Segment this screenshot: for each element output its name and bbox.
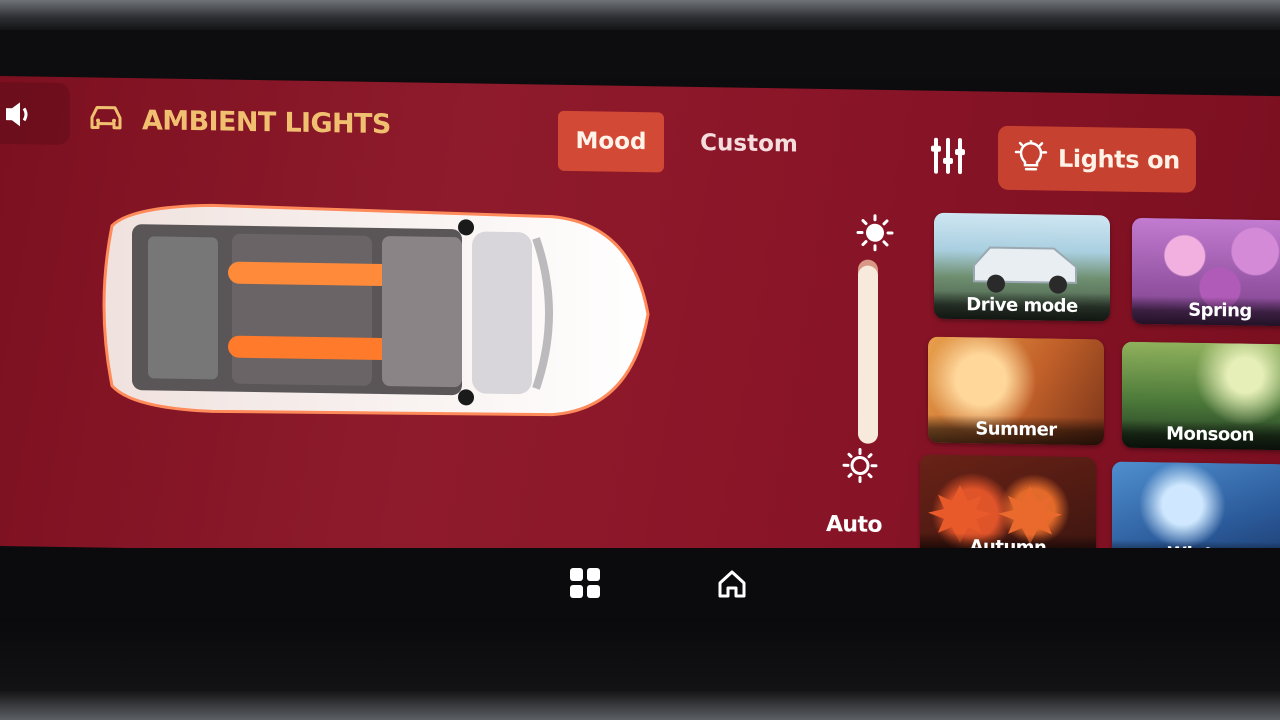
theme-label-drive-mode: Drive mode <box>934 290 1110 322</box>
lights-on-label: Lights on <box>1058 144 1180 175</box>
brightness-low-icon <box>842 448 878 484</box>
tab-custom-label: Custom <box>700 129 798 158</box>
screen-top-area <box>0 30 1280 78</box>
car-top-view-illustration <box>102 203 650 417</box>
back-icon <box>6 102 28 127</box>
brightness-slider[interactable] <box>858 259 878 444</box>
theme-tile-monsoon[interactable]: Monsoon <box>1122 341 1280 451</box>
system-nav-bar <box>0 548 1280 618</box>
theme-label-summer: Summer <box>928 414 1104 446</box>
brightness-auto-label[interactable]: Auto <box>826 512 882 538</box>
brightness-high-icon <box>856 214 894 252</box>
car-front-icon <box>90 106 122 130</box>
theme-tile-drive-mode[interactable]: Drive mode <box>934 212 1110 322</box>
theme-tile-spring[interactable]: Spring <box>1132 217 1280 327</box>
tab-mood[interactable]: Mood <box>558 110 664 173</box>
bulb-icon <box>1014 139 1048 171</box>
theme-tile-autumn[interactable]: Autumn <box>920 454 1096 564</box>
home-icon[interactable] <box>716 568 748 600</box>
back-button[interactable] <box>0 82 70 146</box>
lights-on-button[interactable]: Lights on <box>998 125 1196 193</box>
theme-label-spring: Spring <box>1132 295 1280 327</box>
tab-custom[interactable]: Custom <box>690 113 808 175</box>
theme-tile-summer[interactable]: Summer <box>928 336 1104 446</box>
device-bezel-top <box>0 0 1280 30</box>
apps-grid-icon[interactable] <box>568 566 602 600</box>
sliders-icon[interactable] <box>928 136 968 177</box>
tab-mood-label: Mood <box>575 128 647 156</box>
theme-label-monsoon: Monsoon <box>1122 419 1280 451</box>
device-bezel-bottom <box>0 618 1280 720</box>
page-title: AMBIENT LIGHTS <box>142 105 391 141</box>
ambient-lights-panel: AMBIENT LIGHTS Mood Custom Lights on Aut… <box>0 76 1280 571</box>
brightness-slider-fill <box>858 265 878 444</box>
